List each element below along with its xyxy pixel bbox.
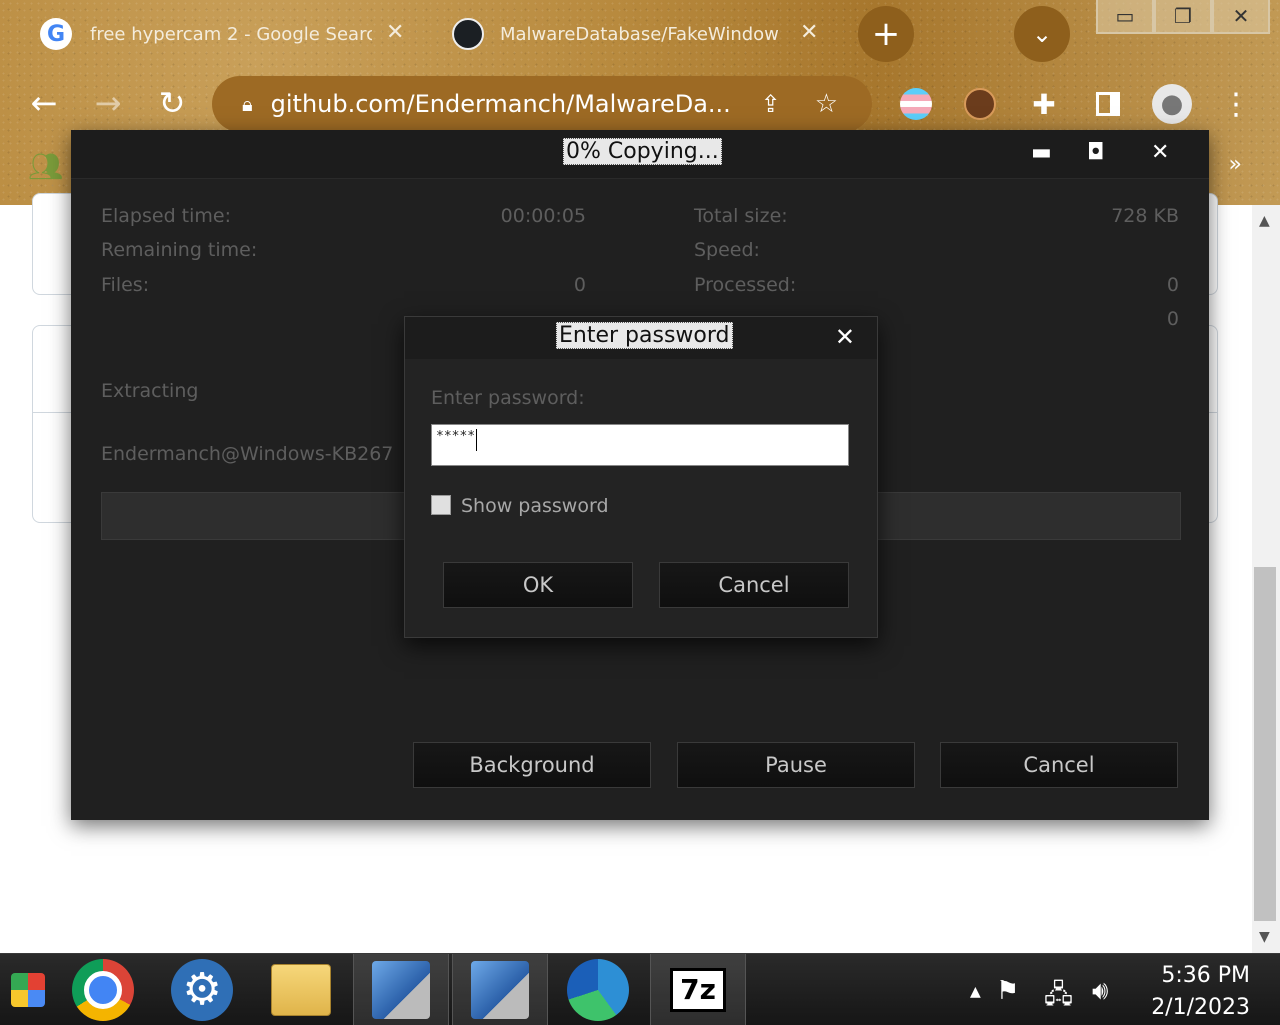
tab-github[interactable]: MalwareDatabase/FakeWindows ✕ — [452, 0, 818, 68]
reload-icon[interactable]: ↻ — [152, 84, 192, 122]
stat-value: 0 — [1166, 274, 1179, 296]
password-input[interactable]: ***** — [431, 424, 849, 466]
dialog-title: Enter password — [556, 322, 733, 349]
current-file-path: Endermanch@Windows-KB267 — [101, 443, 394, 465]
folder-icon — [271, 963, 331, 1016]
lock-icon: 🔒︎ — [242, 92, 253, 116]
dialog-titlebar: Enter password ✕ — [405, 317, 877, 359]
stat-value: 0 — [1166, 308, 1179, 330]
taskbar-explorer[interactable] — [254, 954, 348, 1025]
chrome-icon — [72, 958, 134, 1021]
gear-icon: ⚙ — [171, 958, 233, 1021]
show-password-checkbox[interactable] — [431, 495, 451, 515]
scroll-down-icon[interactable]: ▼ — [1259, 929, 1270, 945]
taskbar: ⚙ 7z ▲ ⚑ 🖧 🔊︎ 5:36 PM 2/1/2023 — [0, 953, 1280, 1025]
google-icon: G — [40, 18, 72, 50]
tab-title: free hypercam 2 - Google Search — [90, 23, 372, 45]
installer-icon — [471, 960, 529, 1019]
7zip-icon: 7z — [670, 967, 726, 1012]
close-window-button[interactable]: ✕ — [1212, 0, 1270, 34]
taskbar-7zip[interactable]: 7z — [650, 954, 746, 1025]
address-bar[interactable]: 🔒︎ github.com/Endermanch/MalwareDa... ⇪ … — [212, 76, 872, 132]
close-icon[interactable]: ✕ — [1151, 140, 1169, 165]
bookmark-people-icon[interactable]: 👥︎ — [28, 150, 64, 183]
restore-button[interactable]: ❐ — [1154, 0, 1212, 34]
new-tab-button[interactable]: + — [858, 6, 914, 62]
url-text: github.com/Endermanch/MalwareDa... — [270, 90, 731, 118]
stat-value: 0 — [573, 274, 586, 296]
show-hidden-icons[interactable]: ▲ — [970, 984, 981, 1000]
cancel-button[interactable]: Cancel — [940, 742, 1178, 788]
stat-label: Elapsed time: — [101, 205, 232, 227]
github-icon — [452, 18, 484, 50]
close-icon[interactable]: ✕ — [835, 323, 855, 351]
stat-value: 728 KB — [1111, 205, 1179, 227]
password-dialog: Enter password ✕ Enter password: ***** S… — [404, 316, 878, 638]
taskbar-edge[interactable] — [551, 954, 645, 1025]
stat-value: 00:00:05 — [500, 205, 586, 227]
progress-window-title: 0% Copying... — [563, 138, 722, 165]
clock-time: 5:36 PM — [1161, 963, 1250, 988]
scroll-up-icon[interactable]: ▲ — [1259, 213, 1270, 229]
installer-icon — [372, 960, 430, 1019]
avatar-extension-icon[interactable] — [960, 84, 1000, 124]
stat-label: Remaining time: — [101, 239, 258, 261]
close-tab-icon[interactable]: ✕ — [800, 20, 818, 45]
volume-icon[interactable]: 🔊︎ — [1092, 976, 1108, 1007]
window-controls: ▭ ❐ ✕ — [1096, 0, 1270, 34]
back-icon[interactable]: ← — [24, 84, 64, 122]
progress-titlebar: 0% Copying... ▬ ◘ ✕ — [71, 130, 1209, 179]
show-password-label[interactable]: Show password — [461, 495, 609, 517]
background-button[interactable]: Background — [413, 742, 651, 788]
pride-extension-icon[interactable] — [896, 84, 936, 124]
minimize-icon[interactable]: ▬ — [1031, 140, 1052, 165]
stat-label: Speed: — [694, 239, 760, 261]
clock-date: 2/1/2023 — [1151, 995, 1250, 1020]
dialog-cancel-button[interactable]: Cancel — [659, 562, 849, 608]
operation-status: Extracting — [101, 380, 199, 402]
bookmark-star-icon[interactable]: ☆ — [815, 89, 838, 119]
profile-icon[interactable]: ● — [1152, 84, 1192, 124]
taskbar-settings[interactable]: ⚙ — [155, 954, 249, 1025]
bookmarks-overflow-icon[interactable]: » — [1229, 152, 1242, 177]
taskbar-installer-2[interactable] — [452, 954, 548, 1025]
tab-search-button[interactable]: ⌄ — [1014, 6, 1070, 62]
start-button[interactable] — [0, 954, 56, 1025]
edge-icon — [567, 958, 629, 1021]
taskbar-installer-1[interactable] — [353, 954, 449, 1025]
network-icon[interactable]: 🖧 — [1044, 976, 1073, 1020]
extensions-puzzle-icon[interactable]: ✚ — [1024, 84, 1064, 124]
tab-title: MalwareDatabase/FakeWindows — [500, 23, 778, 45]
share-icon[interactable]: ⇪ — [761, 90, 781, 118]
action-center-flag-icon[interactable]: ⚑ — [996, 976, 1019, 1006]
pause-button[interactable]: Pause — [677, 742, 915, 788]
side-panel-icon[interactable] — [1088, 84, 1128, 124]
menu-kebab-icon[interactable]: ⋮ — [1216, 84, 1256, 124]
password-label: Enter password: — [431, 387, 585, 409]
ok-button[interactable]: OK — [443, 562, 633, 608]
tab-google-search[interactable]: G free hypercam 2 - Google Search ✕ — [40, 0, 404, 68]
scrollbar-thumb[interactable] — [1254, 567, 1276, 921]
system-clock[interactable]: 5:36 PM 2/1/2023 — [1151, 960, 1250, 1024]
page-scrollbar[interactable]: ▲ ▼ — [1252, 205, 1280, 953]
taskbar-chrome[interactable] — [56, 954, 150, 1025]
forward-icon[interactable]: → — [88, 84, 128, 122]
maximize-icon[interactable]: ◘ — [1087, 140, 1104, 165]
minimize-button[interactable]: ▭ — [1096, 0, 1154, 34]
stat-label: Total size: — [694, 205, 788, 227]
stat-label: Processed: — [694, 274, 797, 296]
stat-label: Files: — [101, 274, 150, 296]
close-tab-icon[interactable]: ✕ — [386, 20, 404, 45]
